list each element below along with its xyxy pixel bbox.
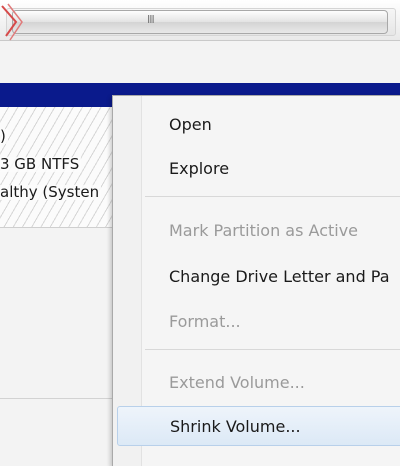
menu-item-label: Open bbox=[169, 114, 212, 134]
disk-partition-block[interactable]: ) 3 GB NTFS althy (Systen bbox=[0, 107, 112, 228]
menu-item-label: Extend Volume... bbox=[169, 372, 305, 392]
disk-panel-empty bbox=[0, 228, 112, 458]
menu-item-label: Mark Partition as Active bbox=[169, 220, 359, 240]
partition-status: althy (Systen bbox=[0, 183, 102, 201]
menu-item-label: Format... bbox=[169, 311, 241, 331]
menu-item-change-drive-letter[interactable]: Change Drive Letter and Pa bbox=[143, 256, 400, 296]
menu-item-label: Shrink Volume... bbox=[170, 416, 301, 436]
partition-label: ) bbox=[0, 127, 8, 145]
scrollbar-grip: III bbox=[147, 13, 155, 26]
menu-item-label: Change Drive Letter and Pa bbox=[169, 266, 390, 286]
menu-separator bbox=[145, 196, 400, 197]
menu-item-extend-volume[interactable]: Extend Volume... bbox=[143, 362, 400, 402]
menu-item-open[interactable]: Open bbox=[143, 104, 400, 144]
menu-separator bbox=[145, 349, 400, 350]
scrollbar-thumb[interactable] bbox=[12, 10, 388, 34]
menu-item-shrink-volume[interactable]: Shrink Volume... bbox=[117, 406, 400, 446]
disk-panel-divider bbox=[0, 398, 112, 399]
menu-item-mark-partition-active[interactable]: Mark Partition as Active bbox=[143, 210, 400, 250]
horizontal-scrollbar[interactable]: III bbox=[0, 0, 400, 41]
menu-item-format[interactable]: Format... bbox=[143, 301, 400, 341]
disk-panel-spacer bbox=[0, 41, 400, 83]
partition-size-filesystem: 3 GB NTFS bbox=[0, 155, 82, 173]
menu-item-explore[interactable]: Explore bbox=[143, 148, 400, 188]
context-menu: Open Explore Mark Partition as Active Ch… bbox=[112, 95, 400, 466]
menu-item-label: Explore bbox=[169, 158, 230, 178]
